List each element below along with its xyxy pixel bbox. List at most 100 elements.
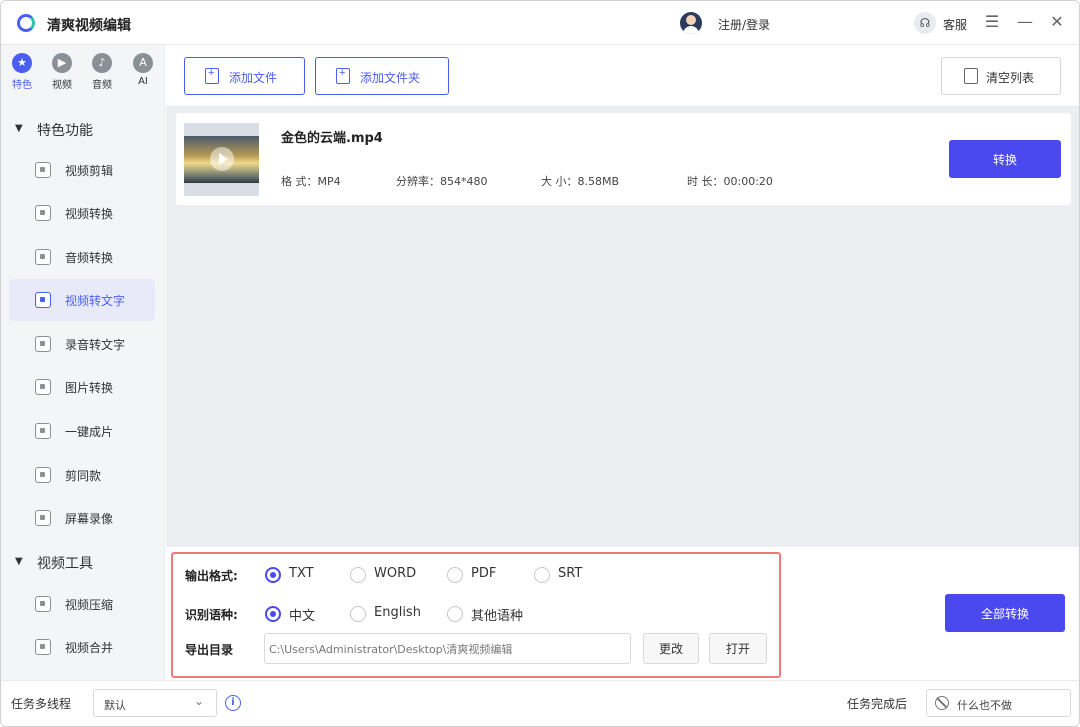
service-link[interactable]: 客服 [943,16,967,33]
file-size: 大 小：8.58MB [541,175,620,188]
sidebar-item-audio-convert[interactable]: 音频转换 [9,236,155,278]
section-video-tools[interactable]: ▼ 视频工具 [1,548,165,576]
tab-label: 音频 [92,80,112,91]
radio-label: WORD [374,566,417,581]
file-item: 金色的云端.mp4 格 式：MP4 分辨率：854*480 大 小：8.58MB… [176,113,1071,205]
headset-icon[interactable]: ☊ [914,12,936,34]
sidebar-item-label: 视频转换 [65,207,114,221]
convert-all-button[interactable]: 全部转换 [945,594,1065,632]
output-settings: 输出格式: TXT WORD PDF SRT 识别语种: 中文 English … [171,552,781,678]
star-icon: ★ [12,53,32,73]
after-task-label: 任务完成后 [847,697,908,711]
microphone-icon [35,249,51,265]
menu-icon[interactable]: ☰ [981,11,1003,33]
sidebar-item-label: 视频合并 [65,641,114,655]
tab-label: AI [138,76,148,87]
tab-label: 视频 [52,80,72,91]
sidebar-item-video-to-text[interactable]: 视频转文字 [9,279,155,321]
radio-icon [447,606,463,622]
sidebar-item-video-edit[interactable]: 视频剪辑 [9,149,155,191]
sidebar-item-video-merge[interactable]: 视频合并 [9,626,155,668]
tab-ai[interactable]: A AI [128,53,158,97]
trash-icon [964,68,978,84]
add-file-icon [205,67,219,84]
sidebar-item-label: 一键成片 [65,425,114,439]
sidebar-item-label: 录音转文字 [65,338,126,352]
template-icon [35,467,51,483]
merge-icon [35,639,51,655]
section-title: 视频工具 [37,556,93,572]
ai-icon: A [133,53,153,73]
threads-select[interactable]: 默认 ⌄ [93,689,217,717]
category-tabs: ★ 特色 ▶ 视频 ♪ 音频 A AI [1,45,165,101]
chevron-down-icon: ⌄ [193,694,204,708]
file-format: 格 式：MP4 [281,175,341,188]
tab-audio[interactable]: ♪ 音频 [87,53,117,97]
main-area: 添加文件 添加文件夹 清空列表 金色的云端.mp4 格 式：MP4 分辨率：85… [166,45,1079,680]
export-dir-label: 导出目录 [185,643,234,657]
button-label: 添加文件夹 [360,71,421,85]
image-icon [35,379,51,395]
section-featured[interactable]: ▼ 特色功能 [1,115,165,143]
sidebar-item-template[interactable]: 剪同款 [9,454,155,496]
login-link[interactable]: 注册/登录 [718,16,770,33]
output-format-label: 输出格式: [185,569,238,583]
video-icon: ▶ [52,53,72,73]
triangle-down-icon: ▼ [15,123,23,134]
title-bar: 清爽视频编辑 注册/登录 ☊ 客服 ☰ — ✕ [1,1,1079,45]
export-path-input[interactable] [264,633,631,664]
add-folder-button[interactable]: 添加文件夹 [315,57,449,95]
video-thumbnail[interactable] [184,123,259,196]
sidebar-item-recording-to-text[interactable]: 录音转文字 [9,323,155,365]
compress-icon [35,596,51,612]
sidebar-item-label: 音频转换 [65,251,114,265]
film-icon [35,423,51,439]
tab-featured[interactable]: ★ 特色 [7,53,37,97]
close-icon[interactable]: ✕ [1046,11,1068,33]
add-folder-icon [336,67,350,84]
select-value: 什么也不做 [957,699,1012,712]
file-name: 金色的云端.mp4 [281,131,383,146]
after-task-select[interactable]: 什么也不做 [926,689,1071,717]
video-convert-icon [35,205,51,221]
sidebar-item-video-compress[interactable]: 视频压缩 [9,583,155,625]
minimize-icon[interactable]: — [1014,11,1036,33]
file-resolution: 分辨率：854*480 [396,175,488,188]
radio-label: PDF [471,566,497,581]
open-button[interactable]: 打开 [709,633,767,664]
app-window: 清爽视频编辑 注册/登录 ☊ 客服 ☰ — ✕ ★ 特色 ▶ 视频 ♪ 音频 A… [0,0,1080,727]
sidebar-item-label: 视频压缩 [65,598,114,612]
audio-icon: ♪ [92,53,112,73]
sidebar-item-label: 视频剪辑 [65,164,114,178]
tab-label: 特色 [12,80,32,91]
clear-list-button[interactable]: 清空列表 [941,57,1061,95]
sidebar-item-image-convert[interactable]: 图片转换 [9,366,155,408]
video-edit-icon [35,162,51,178]
sidebar-item-label: 图片转换 [65,381,114,395]
sidebar-item-label: 视频转文字 [65,294,126,308]
radio-label: SRT [558,566,583,581]
radio-icon [534,567,550,583]
tab-video[interactable]: ▶ 视频 [47,53,77,97]
language-label: 识别语种: [185,608,238,622]
triangle-down-icon: ▼ [15,556,23,567]
sidebar-item-one-click[interactable]: 一键成片 [9,410,155,452]
app-logo-icon [17,14,35,32]
info-icon[interactable]: i [225,695,241,711]
play-icon[interactable] [210,147,234,171]
settings-panel: 输出格式: TXT WORD PDF SRT 识别语种: 中文 English … [166,547,1079,680]
sidebar-item-label: 剪同款 [65,469,102,483]
sidebar: ★ 特色 ▶ 视频 ♪ 音频 A AI ▼ 特色功能 视频剪辑 视频转换 音频转… [1,45,165,680]
sidebar-item-label: 屏幕录像 [65,512,114,526]
radio-checked-icon [265,567,281,583]
change-button[interactable]: 更改 [643,633,699,664]
convert-button[interactable]: 转换 [949,140,1061,178]
button-label: 添加文件 [229,71,278,85]
sidebar-item-video-convert[interactable]: 视频转换 [9,192,155,234]
select-value: 默认 [104,699,126,712]
add-file-button[interactable]: 添加文件 [184,57,305,95]
user-avatar-icon[interactable] [680,12,702,34]
recording-text-icon [35,336,51,352]
app-title: 清爽视频编辑 [47,18,131,34]
sidebar-item-screen-record[interactable]: 屏幕录像 [9,497,155,539]
